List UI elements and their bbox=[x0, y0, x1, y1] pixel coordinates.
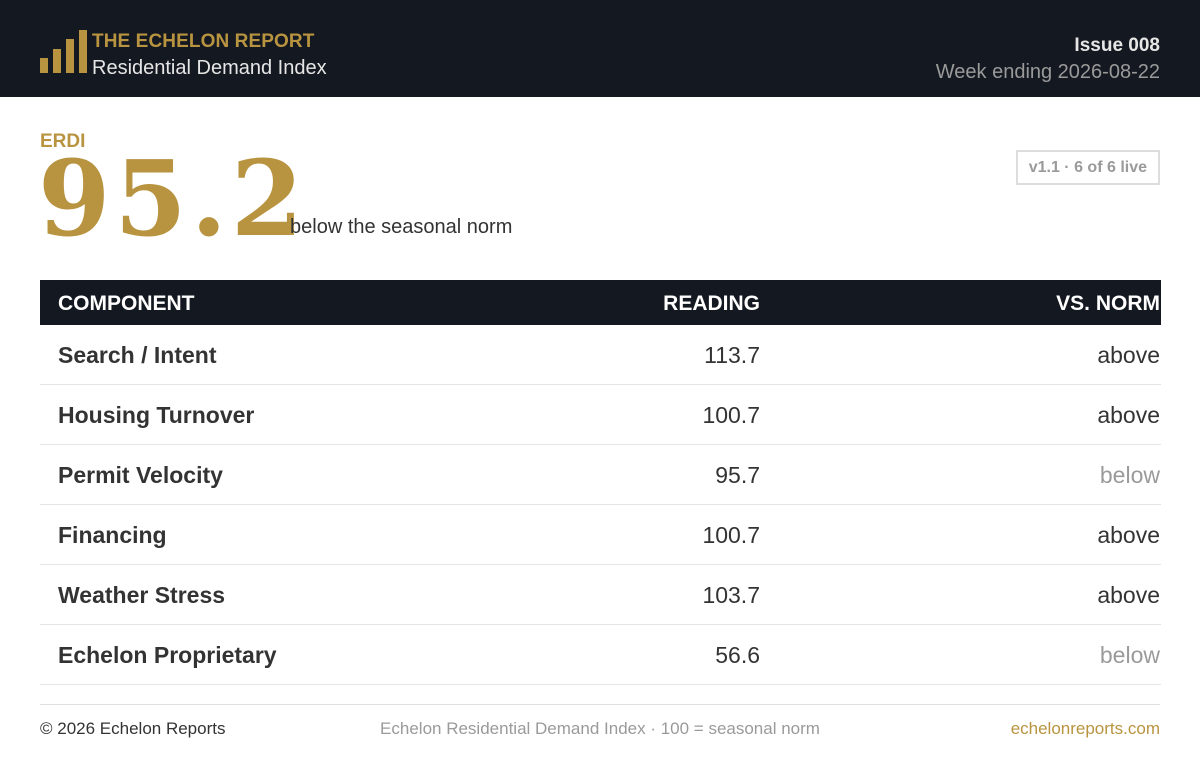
component-name: Housing Turnover bbox=[58, 402, 255, 428]
table-row: Echelon Proprietary 56.6 below bbox=[40, 625, 1161, 685]
component-vs-norm: above bbox=[1097, 582, 1160, 608]
version-badge: v1.1 · 6 of 6 live bbox=[1015, 150, 1160, 185]
component-vs-norm: above bbox=[1097, 402, 1160, 428]
component-reading: 103.7 bbox=[702, 582, 760, 608]
index-note: below the seasonal norm bbox=[290, 216, 513, 238]
table-row: Permit Velocity 95.7 below bbox=[40, 445, 1161, 505]
component-reading: 100.7 bbox=[702, 522, 760, 548]
issue-number: Issue 008 bbox=[1074, 35, 1160, 56]
table-row: Financing 100.7 above bbox=[40, 505, 1161, 565]
brand-name: THE ECHELON REPORT bbox=[92, 31, 315, 52]
table-row: Search / Intent 113.7 above bbox=[40, 325, 1161, 385]
component-name: Echelon Proprietary bbox=[58, 642, 277, 668]
component-reading: 100.7 bbox=[702, 402, 760, 428]
column-header-vs-norm: VS. NORM bbox=[1056, 292, 1160, 315]
report-header: THE ECHELON REPORT Residential Demand In… bbox=[0, 0, 1200, 97]
component-vs-norm: below bbox=[1099, 642, 1160, 668]
component-name: Financing bbox=[58, 522, 167, 548]
component-name: Search / Intent bbox=[58, 342, 217, 368]
column-header-reading: READING bbox=[663, 292, 760, 315]
component-name: Permit Velocity bbox=[58, 462, 223, 488]
component-vs-norm: below bbox=[1099, 462, 1160, 488]
week-ending: Week ending 2026-08-22 bbox=[935, 61, 1160, 83]
component-reading: 113.7 bbox=[704, 342, 760, 368]
component-reading: 95.7 bbox=[715, 462, 760, 488]
column-header-component: COMPONENT bbox=[58, 292, 195, 315]
table-body: Search / Intent 113.7 above Housing Turnove… bbox=[40, 325, 1161, 685]
index-value: 95.2 bbox=[38, 137, 308, 260]
table-header: COMPONENT READING VS. NORM bbox=[40, 280, 1161, 325]
components-table: COMPONENT READING VS. NORM Search / Inte… bbox=[40, 280, 1161, 685]
bar-chart-icon bbox=[40, 30, 88, 73]
table-row: Housing Turnover 100.7 above bbox=[40, 385, 1161, 445]
component-vs-norm: above bbox=[1097, 522, 1160, 548]
table-row: Weather Stress 103.7 above bbox=[40, 565, 1161, 625]
component-reading: 56.6 bbox=[715, 642, 760, 668]
component-name: Weather Stress bbox=[58, 582, 226, 608]
brand-subtitle: Residential Demand Index bbox=[92, 57, 327, 79]
footer-link[interactable]: echelonreports.com bbox=[1011, 719, 1160, 739]
footer-divider bbox=[40, 704, 1160, 705]
component-vs-norm: above bbox=[1097, 342, 1160, 368]
